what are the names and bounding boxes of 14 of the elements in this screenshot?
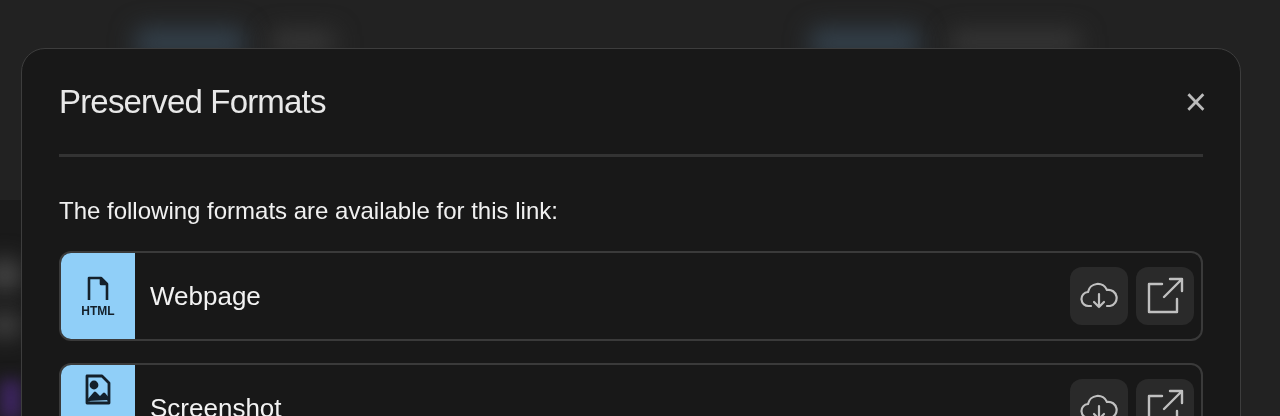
close-button[interactable]: × [1184,82,1207,121]
file-type-label: HTML [81,305,115,317]
format-name: Webpage [149,279,262,313]
dialog-title: Preserved Formats [59,81,326,122]
image-file-icon [85,373,111,405]
file-icon [87,275,109,301]
external-link-icon [1146,277,1184,315]
cloud-download-icon [1080,393,1118,416]
cloud-download-icon [1080,281,1118,311]
download-button[interactable] [1070,267,1128,325]
format-name: Screenshot [149,391,283,416]
intro-text: The following formats are available for this link: [59,196,559,226]
external-link-icon [1146,389,1184,416]
open-link-button[interactable] [1136,267,1194,325]
